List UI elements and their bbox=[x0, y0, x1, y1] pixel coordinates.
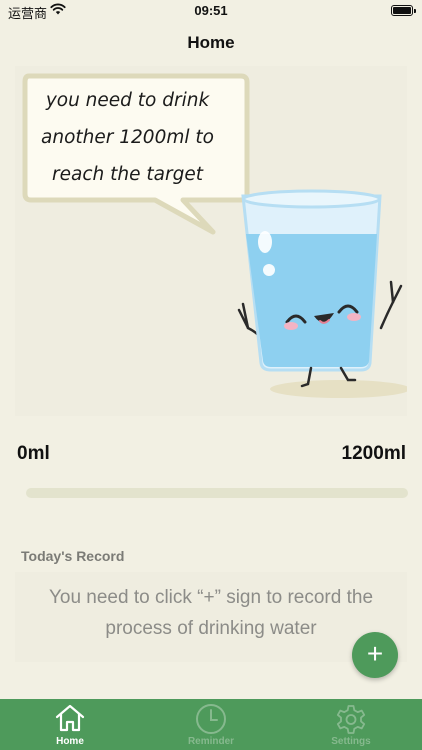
home-icon bbox=[55, 704, 85, 732]
clock-icon bbox=[196, 704, 226, 734]
gear-icon bbox=[336, 705, 366, 734]
plus-icon: + bbox=[366, 638, 384, 669]
tab-home[interactable]: Home bbox=[10, 699, 130, 750]
record-card: You need to click “+” sign to record the… bbox=[15, 572, 407, 662]
tab-settings[interactable]: Settings bbox=[291, 699, 411, 750]
record-empty-message: You need to click “+” sign to record the… bbox=[48, 587, 374, 639]
tab-home-label: Home bbox=[56, 736, 84, 747]
tab-bar: Home Reminder Settings bbox=[0, 699, 422, 750]
battery-icon bbox=[391, 5, 416, 16]
speech-bubble-message: you need to drink another 1200ml to reac… bbox=[41, 90, 214, 185]
status-time: 09:51 bbox=[194, 3, 228, 18]
progress-min-label: 0ml bbox=[17, 443, 50, 464]
tab-settings-label: Settings bbox=[331, 736, 371, 747]
tab-reminder-label: Reminder bbox=[187, 736, 235, 747]
progress-bar bbox=[26, 488, 408, 498]
record-section-title: Today's Record bbox=[21, 548, 125, 564]
status-bar: 运营商 09:51 bbox=[0, 0, 422, 24]
add-record-button[interactable]: + bbox=[352, 632, 398, 678]
progress-max-label: 1200ml bbox=[341, 443, 406, 464]
page-title: Home bbox=[187, 33, 235, 52]
tab-reminder[interactable]: Reminder bbox=[151, 699, 271, 750]
